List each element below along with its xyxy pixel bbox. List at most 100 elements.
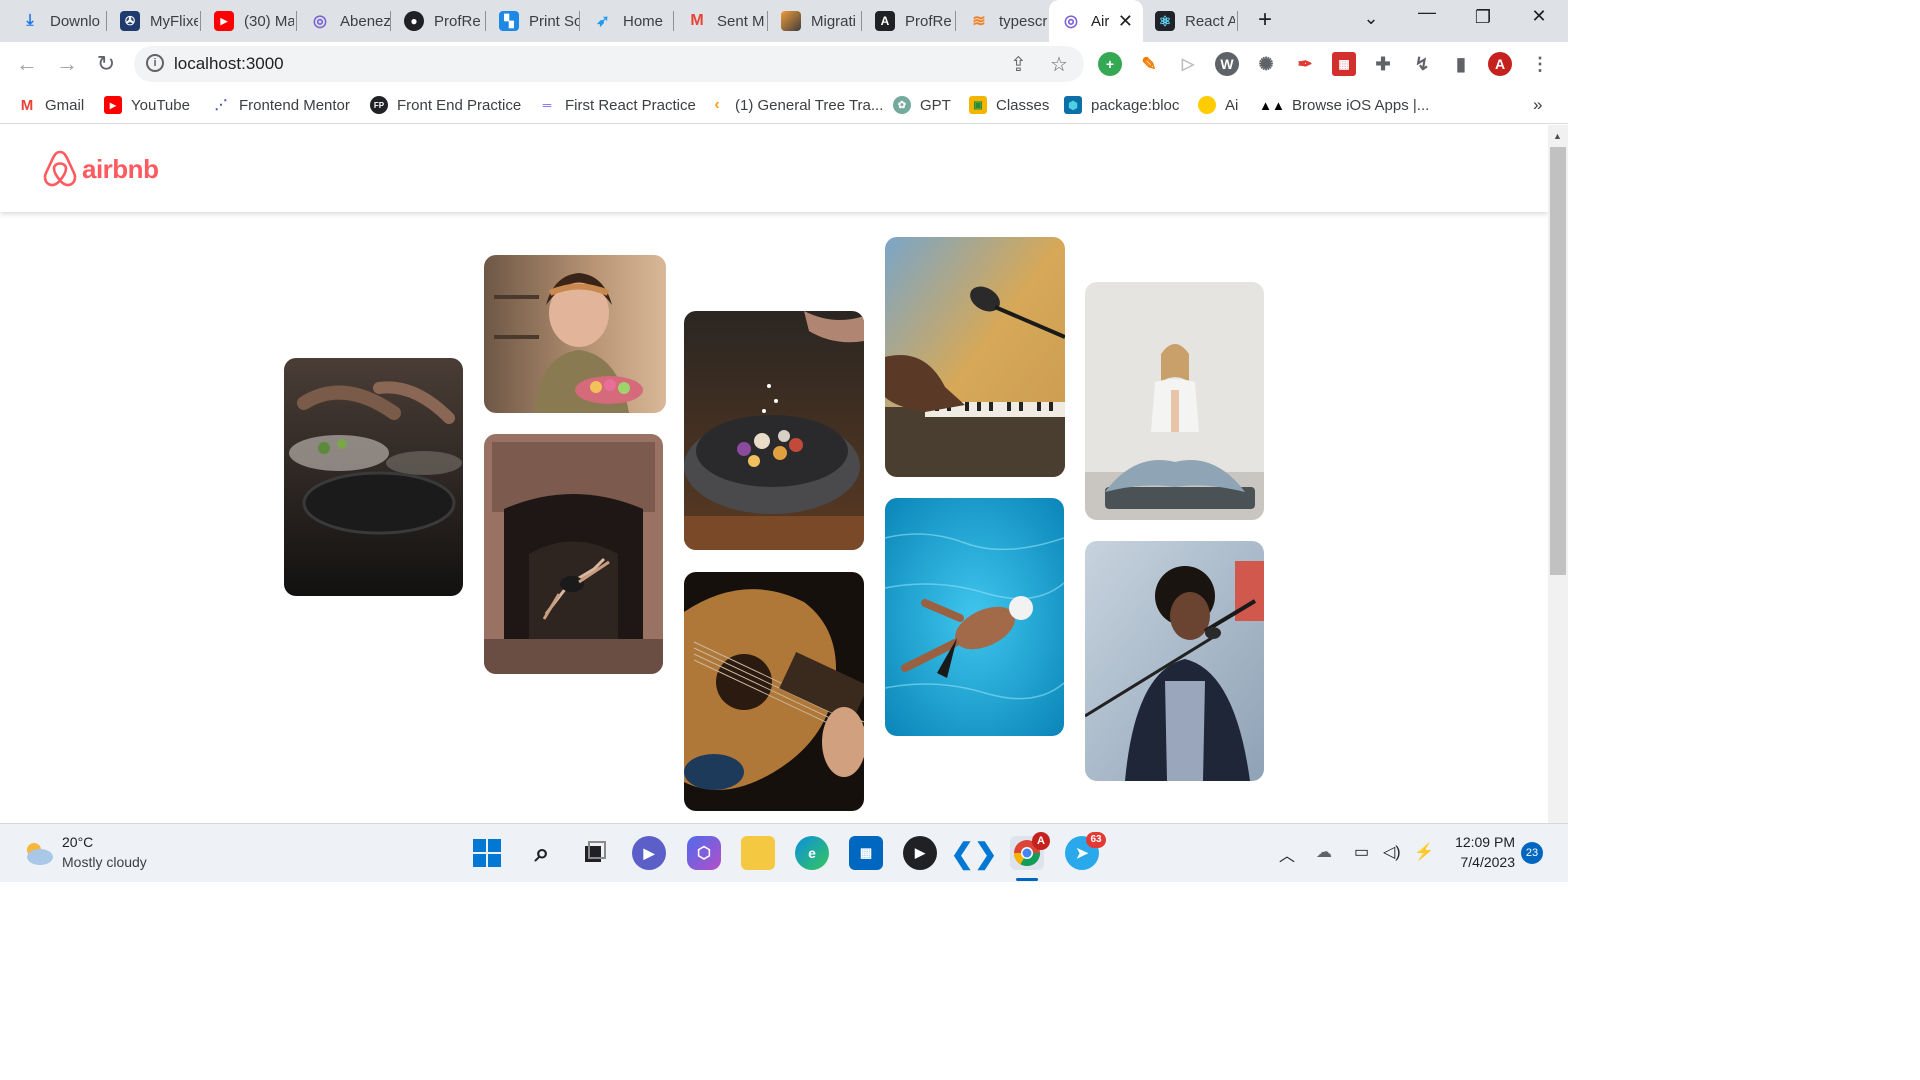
bookmark-browse-ios-apps[interactable]: ▲▲ Browse iOS Apps |... xyxy=(1259,93,1429,117)
pacman-icon xyxy=(1198,96,1216,114)
youtube-icon: ▶ xyxy=(104,96,122,114)
extensions-puzzle-icon[interactable]: ✚ xyxy=(1371,52,1395,76)
clock-time[interactable]: 12:09 PM xyxy=(1453,834,1515,850)
color-picker-icon[interactable]: ✎ xyxy=(1137,52,1161,76)
weather-cloud-icon[interactable] xyxy=(22,840,54,866)
performance-icon[interactable]: ↯ xyxy=(1410,52,1434,76)
tab-abenez[interactable]: ◎ Abenez xyxy=(298,0,390,42)
react-icon: ⚛ xyxy=(1155,11,1175,31)
new-tab-button[interactable]: + xyxy=(1250,6,1280,34)
tab-label: ProfRe xyxy=(434,12,481,30)
bookmark-label: Classes xyxy=(996,96,1050,114)
clock-date[interactable]: 7/4/2023 xyxy=(1453,854,1516,870)
notification-badge[interactable]: 23 xyxy=(1521,842,1543,864)
bookmark-label: package:bloc xyxy=(1091,96,1180,114)
restore-icon[interactable]: ❐ xyxy=(1468,7,1498,28)
bookmark-star-icon[interactable]: ☆ xyxy=(1050,52,1068,77)
side-panel-icon[interactable]: ▮ xyxy=(1449,52,1473,76)
tab-youtube[interactable]: ▶ (30) Ma xyxy=(202,0,294,42)
bookmark-label: Frontend Mentor xyxy=(239,96,350,114)
media-player-icon[interactable]: ▶ xyxy=(903,836,937,870)
more-bookmarks-chevron[interactable]: » xyxy=(1533,93,1542,117)
reload-icon[interactable]: ↻ xyxy=(93,52,119,76)
tab-angular[interactable]: A ProfRe xyxy=(863,0,955,42)
airbnb-icon: ◎ xyxy=(1064,13,1078,30)
profile-avatar[interactable]: A xyxy=(1488,52,1512,76)
tab-label: Air xyxy=(1091,12,1110,30)
back-icon[interactable]: ← xyxy=(14,52,40,76)
vscode-icon[interactable]: ❮❯ xyxy=(951,836,998,870)
leetcode-icon: ‹ xyxy=(714,96,720,113)
task-view-icon[interactable] xyxy=(578,836,612,870)
battery-icon[interactable]: ⚡ xyxy=(1414,842,1434,862)
copilot-icon[interactable]: ⬡ xyxy=(687,836,721,870)
wappalyzer-icon[interactable]: W xyxy=(1215,52,1239,76)
photo-piano-mic xyxy=(885,237,1065,477)
site-info-icon[interactable]: i xyxy=(146,54,164,72)
bookmark-front-end-practice[interactable]: FP Front End Practice xyxy=(370,93,521,117)
share-icon[interactable]: ⇪ xyxy=(1010,52,1027,77)
classroom-icon: ▣ xyxy=(969,96,987,114)
download-icon: ⤓ xyxy=(26,12,34,29)
volume-icon[interactable]: ◁) xyxy=(1383,842,1401,862)
scroll-up-icon[interactable]: ▲ xyxy=(1553,131,1562,141)
tray-chevron-icon[interactable]: ︿ xyxy=(1279,842,1295,866)
bookmark-gmail[interactable]: M Gmail xyxy=(18,93,84,117)
tab-migration[interactable]: Migrati xyxy=(769,0,861,42)
tab-stackoverflow[interactable]: ≋ typescr xyxy=(957,0,1049,42)
extension-plus-icon[interactable]: + xyxy=(1098,52,1122,76)
twitter-icon: ➶ xyxy=(596,13,610,30)
weather-temp[interactable]: 20°C xyxy=(62,834,93,850)
search-icon[interactable]: ⌕ xyxy=(525,836,559,870)
pen-icon[interactable]: ✒ xyxy=(1293,52,1317,76)
tab-downloads[interactable]: ⤓ Downlo xyxy=(8,0,104,42)
teams-chat-icon[interactable]: ▶ xyxy=(632,836,666,870)
minimize-icon[interactable]: — xyxy=(1412,2,1442,23)
bookmark-label: GPT xyxy=(920,96,951,114)
tab-react[interactable]: ⚛ React A xyxy=(1143,0,1235,42)
bookmark-frontend-mentor[interactable]: ⋰ Frontend Mentor xyxy=(212,93,350,117)
telegram-badge: 63 xyxy=(1086,832,1106,848)
url-text[interactable]: localhost:3000 xyxy=(174,54,284,74)
tab-search-icon[interactable]: ⌄ xyxy=(1356,8,1386,29)
scrollbar-thumb[interactable] xyxy=(1550,147,1566,575)
bookmark-youtube[interactable]: ▶ YouTube xyxy=(104,93,190,117)
bookmark-classes[interactable]: ▣ Classes xyxy=(969,93,1049,117)
youtube-icon: ▶ xyxy=(214,11,234,31)
menu-kebab-icon[interactable]: ⋮ xyxy=(1528,52,1552,76)
network-icon[interactable]: ▭ xyxy=(1354,842,1369,862)
tab-airbnb-active[interactable]: ◎ Air ✕ xyxy=(1049,0,1143,42)
airbnb-logo[interactable]: airbnb xyxy=(42,149,159,189)
weather-desc[interactable]: Mostly cloudy xyxy=(62,854,147,870)
tab-twitter[interactable]: ➶ Home xyxy=(581,0,673,42)
photo-cooking xyxy=(284,358,463,596)
airbnb-icon: ◎ xyxy=(313,13,327,30)
dart-icon: ⬢ xyxy=(1064,96,1082,114)
address-bar[interactable]: i localhost:3000 ⇪ ☆ xyxy=(134,46,1084,82)
tab-print[interactable]: ▚ Print Sc xyxy=(487,0,579,42)
store-icon[interactable]: ▦ xyxy=(849,836,883,870)
tab-label: Downlo xyxy=(50,12,101,30)
cube-extension-icon[interactable]: ▦ xyxy=(1332,52,1356,76)
tab-gmail[interactable]: M Sent M xyxy=(675,0,767,42)
bookmark-gpt[interactable]: ✿ GPT xyxy=(893,93,951,117)
bookmark-package-bloc[interactable]: ⬢ package:bloc xyxy=(1064,93,1179,117)
play-extension-icon[interactable]: ▷ xyxy=(1176,52,1200,76)
windows-start-icon[interactable] xyxy=(470,836,504,870)
bug-icon[interactable]: ✺ xyxy=(1254,52,1278,76)
bookmark-general-tree[interactable]: ‹ (1) General Tree Tra... xyxy=(708,93,883,117)
bookmark-first-react-practice[interactable]: ═ First React Practice xyxy=(538,93,696,117)
tab-github[interactable]: ● ProfRe xyxy=(392,0,484,42)
forward-icon[interactable]: → xyxy=(54,52,80,76)
react-practice-icon: ═ xyxy=(542,98,552,112)
close-window-icon[interactable]: ✕ xyxy=(1524,6,1554,27)
file-explorer-icon[interactable] xyxy=(741,836,775,870)
tab-myflix[interactable]: ✇ MyFlixe xyxy=(108,0,198,42)
close-tab-icon[interactable]: ✕ xyxy=(1118,11,1133,32)
page-scrollbar[interactable]: ▲ xyxy=(1548,125,1568,823)
github-icon: ● xyxy=(404,11,424,31)
onedrive-error-icon[interactable]: ☁ xyxy=(1316,842,1332,862)
bookmark-ai[interactable]: Ai xyxy=(1198,93,1238,117)
tab-label: Print Sc xyxy=(529,12,579,30)
edge-icon[interactable]: e xyxy=(795,836,829,870)
